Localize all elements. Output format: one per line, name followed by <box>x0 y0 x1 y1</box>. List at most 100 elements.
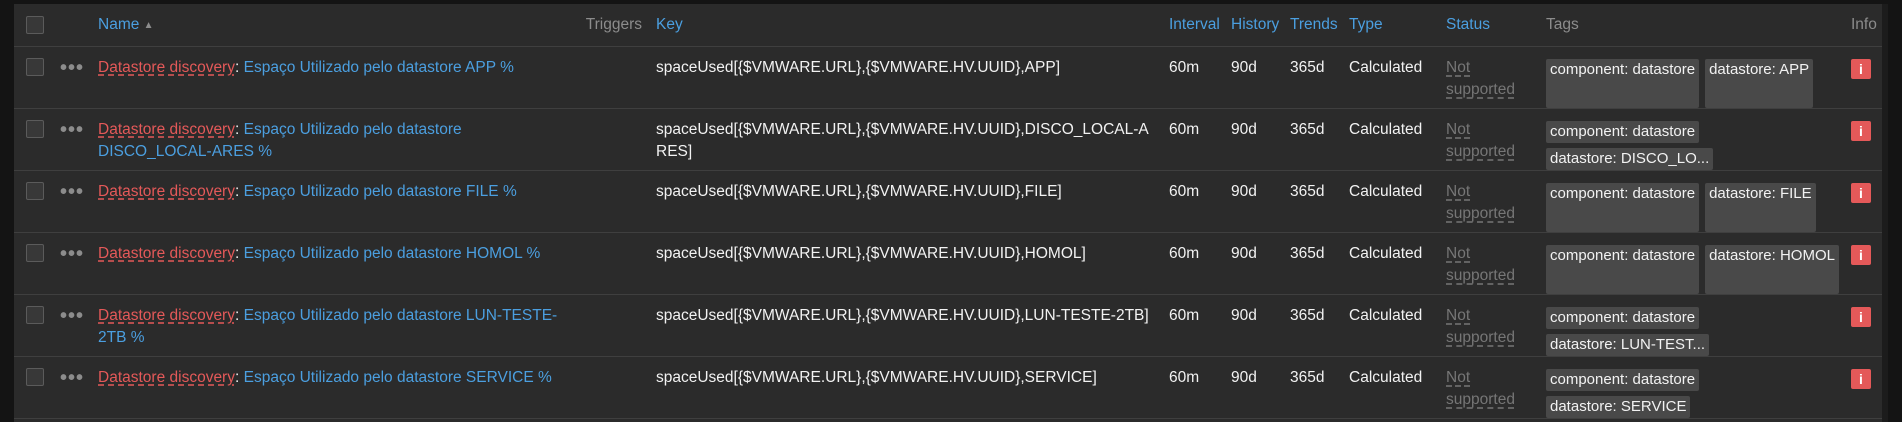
table-row: ••• Datastore discovery: Espaço Utilizado… <box>14 47 1882 109</box>
status-cell: Not supported <box>1442 295 1542 356</box>
more-dots-icon[interactable]: ••• <box>56 171 94 232</box>
triggers-cell <box>573 171 652 232</box>
item-history: 90d <box>1231 121 1257 138</box>
item-name-link[interactable]: Espaço Utilizado pelo datastore HOMOL % <box>244 245 541 262</box>
discovery-rule-link[interactable]: Datastore discovery <box>98 183 235 200</box>
item-history: 90d <box>1231 245 1257 262</box>
item-key: spaceUsed[{$VMWARE.URL},{$VMWARE.HV.UUID… <box>656 245 1086 262</box>
tags-cell: component: datastore datastore: LUN-TEST.… <box>1542 295 1847 356</box>
tag-badge[interactable]: component: datastore <box>1546 307 1700 329</box>
sort-by-name[interactable]: Name ▲ <box>94 4 573 46</box>
select-all-checkbox[interactable] <box>26 16 44 34</box>
info-cell: i <box>1847 109 1882 170</box>
tag-badge[interactable]: component: datastore <box>1546 245 1700 294</box>
header-menu-cell <box>56 4 94 46</box>
item-name-cell: Datastore discovery: Espaço Utilizado pe… <box>94 47 573 108</box>
item-interval: 60m <box>1169 59 1200 76</box>
name-separator: : <box>234 121 240 138</box>
tag-badge[interactable]: datastore: DISCO_LO... <box>1546 148 1714 170</box>
sort-by-status[interactable]: Status <box>1442 4 1542 46</box>
sort-by-history[interactable]: History <box>1227 4 1286 46</box>
more-dots-icon[interactable]: ••• <box>56 295 94 356</box>
table-row: ••• Datastore discovery: Espaço Utilizado… <box>14 357 1882 419</box>
info-icon[interactable]: i <box>1851 369 1871 389</box>
item-trends: 365d <box>1290 59 1325 76</box>
discovery-rule-link[interactable]: Datastore discovery <box>98 245 235 262</box>
info-icon[interactable]: i <box>1851 59 1871 79</box>
sort-by-key[interactable]: Key <box>652 4 1165 46</box>
discovery-rule-link[interactable]: Datastore discovery <box>98 121 235 138</box>
item-key: spaceUsed[{$VMWARE.URL},{$VMWARE.HV.UUID… <box>656 121 1149 160</box>
status-link[interactable]: Not supported <box>1446 121 1515 160</box>
item-trends: 365d <box>1290 245 1325 262</box>
tag-badge[interactable]: datastore: LUN-TEST... <box>1546 334 1710 356</box>
row-checkbox-cell <box>14 171 56 232</box>
discovery-rule-link[interactable]: Datastore discovery <box>98 369 235 386</box>
status-link[interactable]: Not supported <box>1446 369 1515 408</box>
item-name-link[interactable]: Espaço Utilizado pelo datastore FILE % <box>244 183 517 200</box>
info-cell: i <box>1847 357 1882 418</box>
more-dots-icon[interactable]: ••• <box>56 233 94 294</box>
row-checkbox-cell <box>14 295 56 356</box>
item-history: 90d <box>1231 307 1257 324</box>
status-link[interactable]: Not supported <box>1446 59 1515 98</box>
row-checkbox[interactable] <box>26 306 44 324</box>
info-icon[interactable]: i <box>1851 183 1871 203</box>
item-type: Calculated <box>1349 183 1423 200</box>
triggers-cell <box>573 233 652 294</box>
status-link[interactable]: Not supported <box>1446 307 1515 346</box>
row-checkbox[interactable] <box>26 120 44 138</box>
item-name-link[interactable]: Espaço Utilizado pelo datastore SERVICE … <box>244 369 552 386</box>
header-triggers: Triggers <box>585 16 642 33</box>
tag-badge[interactable]: datastore: APP <box>1705 59 1814 108</box>
row-checkbox[interactable] <box>26 244 44 262</box>
tag-badge[interactable]: component: datastore <box>1546 121 1700 143</box>
row-checkbox-cell <box>14 47 56 108</box>
table-row: ••• Datastore discovery: Espaço Utilizado… <box>14 295 1882 357</box>
tag-badge[interactable]: component: datastore <box>1546 59 1700 108</box>
row-checkbox[interactable] <box>26 182 44 200</box>
status-cell: Not supported <box>1442 171 1542 232</box>
item-trends: 365d <box>1290 121 1325 138</box>
status-link[interactable]: Not supported <box>1446 245 1515 284</box>
more-dots-icon[interactable]: ••• <box>56 357 94 418</box>
items-table: Name ▲ Triggers Key Interval History Tre… <box>14 4 1882 419</box>
table-row: ••• Datastore discovery: Espaço Utilizado… <box>14 171 1882 233</box>
sort-asc-icon: ▲ <box>143 19 154 31</box>
status-link[interactable]: Not supported <box>1446 183 1515 222</box>
item-name-cell: Datastore discovery: Espaço Utilizado pe… <box>94 171 573 232</box>
info-icon[interactable]: i <box>1851 121 1871 141</box>
row-checkbox-cell <box>14 109 56 170</box>
scrollbar-track[interactable] <box>1882 4 1888 422</box>
item-trends: 365d <box>1290 369 1325 386</box>
tag-badge[interactable]: datastore: SERVICE <box>1546 396 1691 418</box>
name-separator: : <box>234 183 240 200</box>
row-checkbox[interactable] <box>26 368 44 386</box>
more-dots-icon[interactable]: ••• <box>56 47 94 108</box>
item-name-cell: Datastore discovery: Espaço Utilizado pe… <box>94 295 573 356</box>
item-history: 90d <box>1231 59 1257 76</box>
item-name-cell: Datastore discovery: Espaço Utilizado pe… <box>94 357 573 418</box>
item-name-link[interactable]: Espaço Utilizado pelo datastore APP % <box>244 59 514 76</box>
info-icon[interactable]: i <box>1851 307 1871 327</box>
discovery-rule-link[interactable]: Datastore discovery <box>98 307 235 324</box>
tag-badge[interactable]: datastore: HOMOL <box>1705 245 1839 294</box>
item-type: Calculated <box>1349 59 1423 76</box>
tag-badge[interactable]: datastore: FILE <box>1705 183 1816 232</box>
table-row: ••• Datastore discovery: Espaço Utilizado… <box>14 233 1882 295</box>
triggers-cell <box>573 109 652 170</box>
sort-by-trends[interactable]: Trends <box>1286 4 1345 46</box>
more-dots-icon[interactable]: ••• <box>56 109 94 170</box>
sort-by-interval[interactable]: Interval <box>1165 4 1227 46</box>
tag-badge[interactable]: component: datastore <box>1546 369 1700 391</box>
discovery-rule-link[interactable]: Datastore discovery <box>98 59 235 76</box>
info-icon[interactable]: i <box>1851 245 1871 265</box>
tag-badge[interactable]: component: datastore <box>1546 183 1700 232</box>
item-trends: 365d <box>1290 183 1325 200</box>
header-info: Info <box>1851 16 1877 33</box>
sort-by-type[interactable]: Type <box>1345 4 1442 46</box>
items-table-frame: Name ▲ Triggers Key Interval History Tre… <box>14 4 1888 422</box>
item-type: Calculated <box>1349 307 1423 324</box>
row-checkbox[interactable] <box>26 58 44 76</box>
header-name-label[interactable]: Name <box>98 16 139 34</box>
